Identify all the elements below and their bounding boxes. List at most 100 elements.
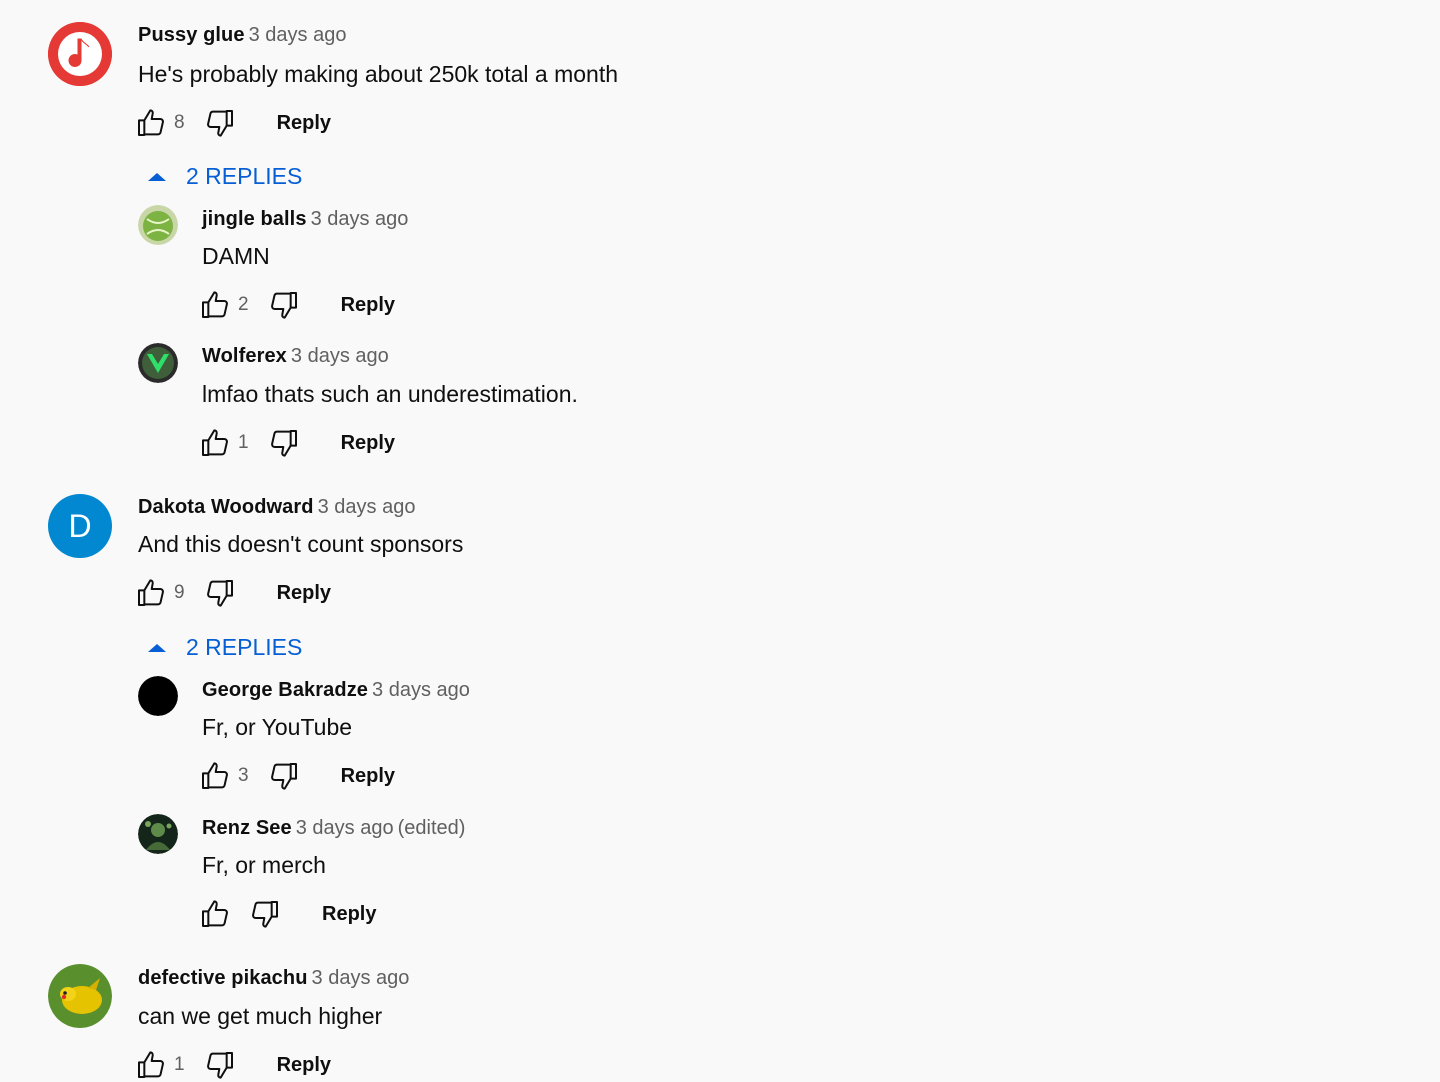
timestamp[interactable]: 3 days ago: [296, 817, 394, 839]
comment-thread: defective pikachu 3 days ago can we get m…: [0, 940, 1440, 1080]
dislike-button[interactable]: [267, 759, 301, 793]
replies-toggle[interactable]: 2 REPLIES: [146, 163, 302, 190]
reply-button[interactable]: Reply: [341, 294, 395, 317]
thumb-down-icon: [204, 1049, 236, 1081]
comment-text: Fr, or merch: [202, 852, 326, 878]
wolf-logo-avatar: [138, 343, 178, 383]
avatar[interactable]: D: [48, 494, 112, 558]
comment-actions: 1 Reply: [134, 1048, 331, 1082]
author-name[interactable]: Renz See: [202, 817, 292, 839]
timestamp[interactable]: 3 days ago: [318, 496, 416, 518]
like-button[interactable]: [134, 576, 168, 610]
thumb-down-icon: [268, 427, 300, 459]
reply-button[interactable]: Reply: [341, 765, 395, 788]
reply-button[interactable]: Reply: [277, 1054, 331, 1077]
dislike-button[interactable]: [203, 576, 237, 610]
like-button[interactable]: [198, 759, 232, 793]
avatar-initial: D: [68, 507, 92, 544]
reply-button[interactable]: Reply: [322, 903, 376, 926]
comment-header: George Bakradze 3 days ago: [202, 679, 470, 702]
dislike-button[interactable]: [267, 288, 301, 322]
caret-up-icon: [146, 166, 168, 188]
comment-header: Dakota Woodward 3 days ago: [138, 496, 415, 519]
thumb-up-icon: [199, 760, 231, 792]
like-button[interactable]: [134, 1048, 168, 1082]
avatar[interactable]: [138, 814, 178, 854]
thumb-up-icon: [199, 898, 231, 930]
thumb-up-icon: [135, 1049, 167, 1081]
thumb-down-icon: [268, 289, 300, 321]
like-count: 9: [174, 582, 185, 603]
like-button[interactable]: [198, 288, 232, 322]
replies-toggle-label: 2 REPLIES: [186, 634, 303, 660]
like-button[interactable]: [198, 426, 232, 460]
dislike-button[interactable]: [203, 106, 237, 140]
reply-button[interactable]: Reply: [341, 432, 395, 455]
author-name[interactable]: George Bakradze: [202, 679, 368, 701]
comment-header: Pussy glue 3 days ago: [138, 24, 346, 47]
pikachu-avatar: [48, 964, 112, 1028]
thumb-down-icon: [249, 898, 281, 930]
edited-label: (edited): [397, 817, 466, 839]
comment-text: And this doesn't count sponsors: [138, 531, 464, 557]
like-count: 2: [238, 294, 249, 315]
tennis-ball-avatar: [138, 205, 178, 245]
like-count: 1: [238, 432, 249, 453]
comment-actions: Reply: [198, 897, 376, 931]
comment-actions: 2 Reply: [198, 288, 395, 322]
replies-toggle-label: 2 REPLIES: [186, 163, 303, 189]
author-name[interactable]: defective pikachu: [138, 967, 308, 989]
dislike-button[interactable]: [248, 897, 282, 931]
timestamp[interactable]: 3 days ago: [372, 679, 470, 701]
comment-thread: Pussy glue 3 days ago He's probably makin…: [0, 0, 1440, 470]
replies-toggle[interactable]: 2 REPLIES: [146, 634, 302, 661]
dark-green-avatar: [138, 814, 178, 854]
like-count: 3: [238, 765, 249, 786]
avatar[interactable]: [48, 22, 112, 86]
caret-up-icon: [146, 637, 168, 659]
avatar[interactable]: [48, 964, 112, 1028]
music-note-icon: [48, 22, 112, 86]
comment-actions: 1 Reply: [198, 426, 395, 460]
comment-text: He's probably making about 250k total a …: [138, 61, 619, 87]
timestamp[interactable]: 3 days ago: [311, 208, 409, 230]
comment-text: Fr, or YouTube: [202, 714, 353, 740]
timestamp[interactable]: 3 days ago: [312, 967, 410, 989]
comment-actions: 8 Reply: [134, 106, 331, 140]
thumb-up-icon: [199, 427, 231, 459]
comment-header: defective pikachu 3 days ago: [138, 967, 409, 990]
author-name[interactable]: Dakota Woodward: [138, 496, 314, 518]
comment-header: jingle balls 3 days ago: [202, 208, 408, 231]
dislike-button[interactable]: [203, 1048, 237, 1082]
thumb-down-icon: [204, 577, 236, 609]
author-name[interactable]: Pussy glue: [138, 24, 245, 46]
dislike-button[interactable]: [267, 426, 301, 460]
thumb-up-icon: [135, 577, 167, 609]
author-name[interactable]: jingle balls: [202, 208, 307, 230]
author-name[interactable]: Wolferex: [202, 345, 287, 367]
avatar[interactable]: [138, 676, 178, 716]
avatar[interactable]: [138, 343, 178, 383]
thumb-down-icon: [268, 760, 300, 792]
reply-button[interactable]: Reply: [277, 112, 331, 135]
thumb-up-icon: [135, 107, 167, 139]
comment-header: Renz See 3 days ago (edited): [202, 817, 465, 840]
comment-text: DAMN: [202, 243, 270, 269]
thumb-up-icon: [199, 289, 231, 321]
comment-text: lmfao thats such an underestimation.: [202, 381, 578, 407]
like-count: 8: [174, 112, 185, 133]
comment-text: can we get much higher: [138, 1003, 383, 1029]
timestamp[interactable]: 3 days ago: [291, 345, 389, 367]
comment-header: Wolferex 3 days ago: [202, 345, 389, 368]
comment-actions: 3 Reply: [198, 759, 395, 793]
like-count: 1: [174, 1054, 185, 1075]
comment-thread: D Dakota Woodward 3 days ago And this doe…: [0, 470, 1440, 940]
avatar[interactable]: [138, 205, 178, 245]
like-button[interactable]: [198, 897, 232, 931]
comment-actions: 9 Reply: [134, 576, 331, 610]
timestamp[interactable]: 3 days ago: [249, 24, 347, 46]
black-circle-avatar: [138, 676, 178, 716]
like-button[interactable]: [134, 106, 168, 140]
reply-button[interactable]: Reply: [277, 582, 331, 605]
thumb-down-icon: [204, 107, 236, 139]
